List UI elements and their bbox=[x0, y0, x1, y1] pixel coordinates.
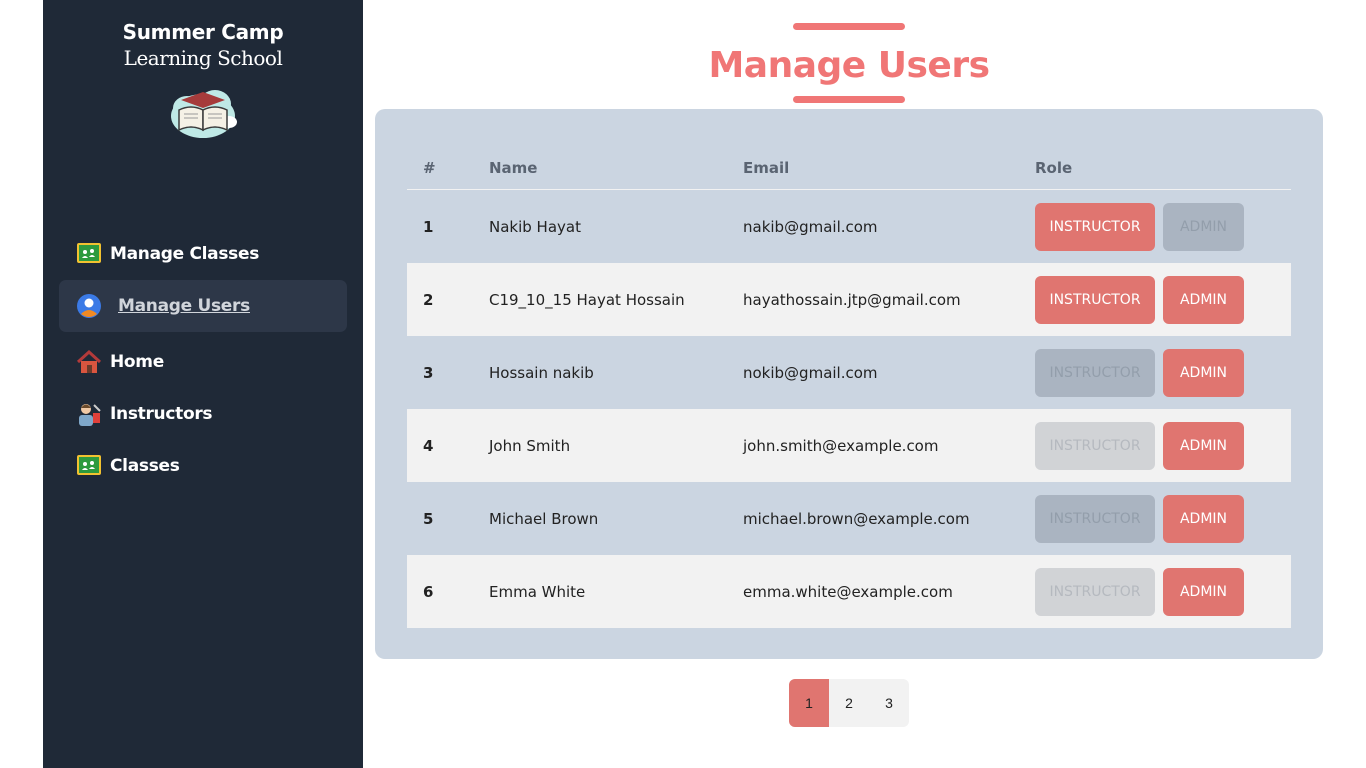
row-email: john.smith@example.com bbox=[743, 409, 1035, 482]
title-decoration-top bbox=[793, 23, 905, 30]
classroom-board-icon bbox=[76, 241, 102, 267]
header-email: Email bbox=[743, 147, 1035, 190]
sidebar-item-label: Manage Users bbox=[118, 296, 250, 316]
users-table: # Name Email Role 1 Nakib Hayat nakib@gm… bbox=[407, 147, 1291, 628]
sidebar-item-label: Home bbox=[110, 352, 164, 372]
row-name: Emma White bbox=[489, 555, 743, 628]
make-instructor-button[interactable]: INSTRUCTOR bbox=[1035, 348, 1155, 397]
teacher-icon bbox=[76, 401, 102, 427]
page-button-2[interactable]: 2 bbox=[829, 679, 869, 727]
header-role: Role bbox=[1035, 147, 1291, 190]
brand-name: Summer Camp bbox=[122, 20, 284, 44]
sidebar-item-manage-users[interactable]: Manage Users bbox=[59, 280, 347, 332]
row-name: John Smith bbox=[489, 409, 743, 482]
brand: Summer Camp Learning School bbox=[43, 0, 363, 142]
header-num: # bbox=[407, 147, 489, 190]
sidebar-item-label: Classes bbox=[110, 456, 180, 476]
table-row: 4 John Smith john.smith@example.com INST… bbox=[407, 409, 1291, 482]
users-table-card: # Name Email Role 1 Nakib Hayat nakib@gm… bbox=[375, 109, 1323, 659]
row-email: michael.brown@example.com bbox=[743, 509, 970, 528]
sidebar-item-label: Instructors bbox=[110, 404, 213, 424]
page-title: Manage Users bbox=[708, 45, 990, 86]
sidebar-item-label: Manage Classes bbox=[110, 244, 260, 264]
row-name: Michael Brown bbox=[489, 509, 599, 528]
sidebar-item-home[interactable]: Home bbox=[59, 336, 347, 388]
row-name: Nakib Hayat bbox=[489, 217, 581, 236]
row-name: Hossain nakib bbox=[489, 363, 594, 382]
table-row: 2 C19_10_15 Hayat Hossain hayathossain.j… bbox=[407, 263, 1291, 336]
make-admin-button[interactable]: ADMIN bbox=[1163, 348, 1244, 397]
make-instructor-button[interactable]: INSTRUCTOR bbox=[1035, 421, 1155, 470]
row-role: INSTRUCTOR ADMIN bbox=[1035, 263, 1291, 336]
sidebar-nav: Manage Classes Manage Users Home Instruc… bbox=[59, 228, 347, 492]
row-email: emma.white@example.com bbox=[743, 555, 1035, 628]
row-role: INSTRUCTOR ADMIN bbox=[1035, 409, 1291, 482]
make-instructor-button[interactable]: INSTRUCTOR bbox=[1035, 494, 1155, 543]
row-role: INSTRUCTOR ADMIN bbox=[1035, 190, 1291, 264]
user-circle-icon bbox=[76, 293, 102, 319]
header-name: Name bbox=[489, 147, 743, 190]
sidebar: Summer Camp Learning School Manage Class… bbox=[43, 0, 363, 768]
table-row: 1 Nakib Hayat nakib@gmail.com INSTRUCTOR… bbox=[407, 190, 1291, 264]
table-row: 6 Emma White emma.white@example.com INST… bbox=[407, 555, 1291, 628]
brand-subtitle: Learning School bbox=[123, 46, 283, 70]
make-instructor-button[interactable]: INSTRUCTOR bbox=[1035, 275, 1155, 324]
row-name: C19_10_15 Hayat Hossain bbox=[489, 263, 743, 336]
row-email: nokib@gmail.com bbox=[743, 363, 878, 382]
row-num: 2 bbox=[407, 263, 489, 336]
make-admin-button[interactable]: ADMIN bbox=[1163, 275, 1244, 324]
row-role: INSTRUCTOR ADMIN bbox=[1035, 555, 1291, 628]
house-icon bbox=[76, 349, 102, 375]
make-instructor-button[interactable]: INSTRUCTOR bbox=[1035, 202, 1155, 251]
main-content: Manage Users # Name Email Role 1 Nakib H… bbox=[363, 0, 1366, 768]
row-num: 5 bbox=[423, 509, 434, 528]
make-admin-button[interactable]: ADMIN bbox=[1163, 202, 1244, 251]
classroom-board-icon bbox=[76, 453, 102, 479]
make-admin-button[interactable]: ADMIN bbox=[1163, 567, 1244, 616]
row-role: INSTRUCTOR ADMIN bbox=[1035, 336, 1291, 409]
table-row: 3 Hossain nakib nokib@gmail.com INSTRUCT… bbox=[407, 336, 1291, 409]
title-decoration-bottom bbox=[793, 96, 905, 103]
table-row: 5 Michael Brown michael.brown@example.co… bbox=[407, 482, 1291, 555]
pagination: 1 2 3 bbox=[789, 679, 909, 727]
row-role: INSTRUCTOR ADMIN bbox=[1035, 482, 1291, 555]
row-num: 6 bbox=[407, 555, 489, 628]
row-email: nakib@gmail.com bbox=[743, 217, 878, 236]
sidebar-item-classes[interactable]: Classes bbox=[59, 440, 347, 492]
sidebar-item-instructors[interactable]: Instructors bbox=[59, 388, 347, 440]
make-admin-button[interactable]: ADMIN bbox=[1163, 494, 1244, 543]
page-button-1[interactable]: 1 bbox=[789, 679, 829, 727]
row-email: hayathossain.jtp@gmail.com bbox=[743, 263, 1035, 336]
table-header-row: # Name Email Role bbox=[407, 147, 1291, 190]
make-instructor-button[interactable]: INSTRUCTOR bbox=[1035, 567, 1155, 616]
row-num: 1 bbox=[423, 217, 434, 236]
row-num: 4 bbox=[407, 409, 489, 482]
book-cloud-logo-icon bbox=[171, 90, 237, 138]
make-admin-button[interactable]: ADMIN bbox=[1163, 421, 1244, 470]
sidebar-item-manage-classes[interactable]: Manage Classes bbox=[59, 228, 347, 280]
page-button-3[interactable]: 3 bbox=[869, 679, 909, 727]
row-num: 3 bbox=[423, 363, 434, 382]
